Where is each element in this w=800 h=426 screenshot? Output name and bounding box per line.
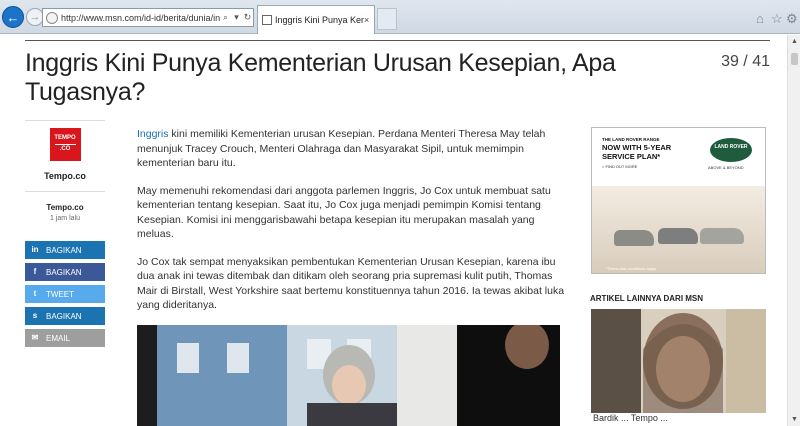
article-paragraph: Inggris kini memiliki Kementerian urusan… — [137, 127, 567, 171]
arrow-right-icon: → — [29, 11, 41, 23]
more-articles-heading: ARTIKEL LAINNYA DARI MSN — [590, 294, 704, 303]
share-linkedin-button[interactable]: in BAGIKAN — [25, 241, 105, 259]
share-skype-button[interactable]: s BAGIKAN — [25, 307, 105, 325]
share-label: EMAIL — [46, 333, 71, 343]
ad-text: THE LAND ROVER RANGE — [602, 137, 660, 142]
timestamp: 1 jam lalu — [50, 215, 80, 222]
scroll-up-icon[interactable]: ▲ — [791, 38, 798, 45]
divider — [25, 120, 105, 121]
share-label: BAGIKAN — [46, 245, 82, 255]
car-image — [614, 230, 654, 246]
car-image — [700, 228, 744, 244]
tab-favicon-icon — [262, 15, 272, 25]
settings-gear-icon[interactable]: ⚙ — [786, 11, 798, 27]
share-email-button[interactable]: ✉ EMAIL — [25, 329, 105, 347]
source-logo[interactable]: TEMPO .CO — [49, 128, 81, 161]
facebook-icon: f — [33, 267, 37, 276]
search-icon[interactable]: ⌕ — [220, 12, 231, 23]
article-paragraph: May memenuhi rekomendasi dari anggota pa… — [137, 184, 551, 241]
logo-text-suffix: .CO — [54, 144, 76, 154]
scroll-down-icon[interactable]: ▼ — [791, 416, 798, 423]
share-facebook-button[interactable]: f BAGIKAN — [25, 263, 105, 281]
arrow-left-icon: ← — [6, 9, 20, 25]
back-button[interactable]: ← — [2, 6, 24, 28]
new-tab-button[interactable] — [377, 8, 397, 30]
source-name-link[interactable]: Tempo.co — [25, 171, 105, 181]
share-column: TEMPO .CO Tempo.co Tempo.co 1 jam lalu i… — [25, 120, 105, 347]
linkedin-icon: in — [31, 245, 39, 254]
article-paragraph: Jo Cox tak sempat menyaksikan pembentuka… — [137, 255, 565, 312]
share-label: BAGIKAN — [46, 267, 82, 277]
scrollbar[interactable]: ▲ ▼ — [787, 35, 800, 426]
advertisement[interactable]: THE LAND ROVER RANGE NOW WITH 5-YEAR SER… — [591, 127, 766, 274]
tab-close-icon[interactable]: × — [364, 15, 374, 25]
card-caption[interactable]: Bardik ... Tempo ... — [591, 413, 766, 426]
twitter-bird-icon: t — [33, 289, 37, 298]
page-content: Inggris Kini Punya Kementerian Urusan Ke… — [0, 35, 787, 426]
tab-title: Inggris Kini Punya Kemente... — [275, 15, 364, 25]
source-name[interactable]: Tempo.co — [25, 203, 105, 212]
site-favicon-icon — [46, 11, 58, 24]
refresh-icon[interactable]: ↻ — [242, 12, 253, 23]
logo-text: TEMPO — [54, 135, 76, 141]
article-title: Inggris Kini Punya Kementerian Urusan Ke… — [25, 49, 616, 106]
ad-header: THE LAND ROVER RANGE NOW WITH 5-YEAR SER… — [592, 128, 765, 186]
article-body: Inggris kini memiliki Kementerian urusan… — [137, 127, 567, 326]
home-icon[interactable]: ⌂ — [756, 11, 764, 26]
browser-chrome: ← → http://www.msn.com/id-id/berita/duni… — [0, 0, 800, 34]
share-label: TWEET — [46, 289, 74, 299]
article-photo[interactable] — [137, 325, 560, 426]
browser-tab[interactable]: Inggris Kini Punya Kemente... × — [257, 5, 375, 34]
divider — [25, 191, 105, 192]
land-rover-logo: LAND ROVER — [710, 138, 752, 162]
ad-cta-link[interactable]: > FIND OUT MORE — [602, 164, 637, 169]
envelope-icon: ✉ — [31, 333, 39, 342]
share-label: BAGIKAN — [46, 311, 82, 321]
car-image — [658, 228, 698, 244]
dropdown-icon[interactable]: ▾ — [231, 12, 242, 23]
ad-footnote: *Terms and conditions apply — [606, 266, 657, 271]
ad-tagline: ABOVE & BEYOND — [708, 165, 744, 170]
scrollbar-thumb[interactable] — [791, 53, 798, 65]
ad-headline: NOW WITH 5-YEAR SERVICE PLAN* — [602, 143, 672, 161]
share-twitter-button[interactable]: t TWEET — [25, 285, 105, 303]
more-article-card[interactable]: Bardik ... Tempo ... — [591, 309, 766, 426]
favorites-star-icon[interactable]: ☆ — [771, 11, 783, 27]
address-bar[interactable]: http://www.msn.com/id-id/berita/dunia/in… — [42, 8, 254, 27]
article-inline-link[interactable]: Inggris — [137, 128, 169, 140]
slide-counter: 39 / 41 — [721, 53, 770, 70]
photo-illustration — [137, 325, 560, 426]
header-divider — [25, 40, 770, 41]
url-text[interactable]: http://www.msn.com/id-id/berita/dunia/in… — [61, 13, 220, 23]
skype-icon: s — [32, 311, 38, 320]
card-image — [591, 309, 766, 413]
paragraph-text: kini memiliki Kementerian urusan Kesepia… — [137, 128, 546, 169]
